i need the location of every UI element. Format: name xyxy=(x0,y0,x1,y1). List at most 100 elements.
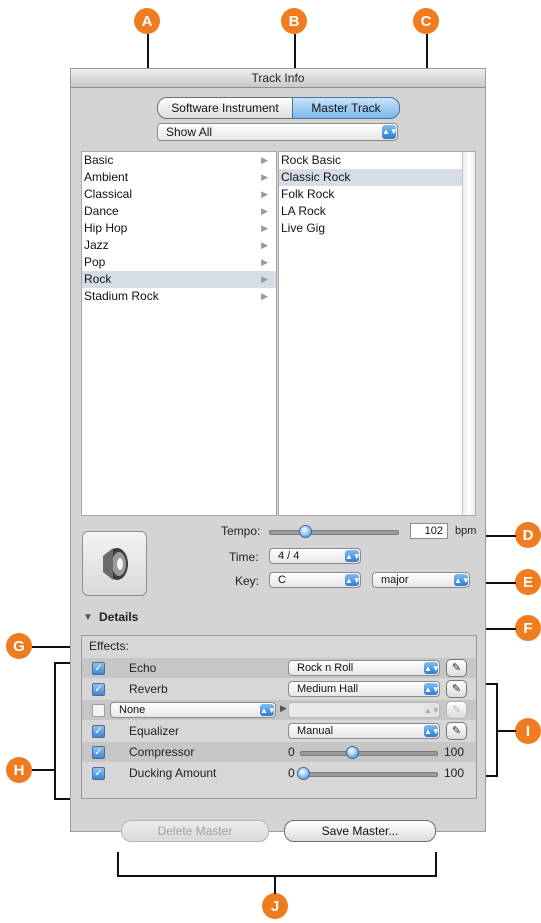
genre-item[interactable]: Hip Hop ▶ xyxy=(82,220,276,237)
time-label: Time: xyxy=(229,550,259,564)
tempo-slider-track[interactable] xyxy=(269,530,399,535)
genre-item[interactable]: Rock ▶ xyxy=(82,271,276,288)
preset-item[interactable]: Rock Basic xyxy=(279,152,475,169)
submenu-arrow-icon: ▶ xyxy=(261,172,268,182)
show-filter-value: Show All xyxy=(166,125,213,139)
submenu-arrow-icon: ▶ xyxy=(261,291,268,301)
preset-item[interactable]: LA Rock xyxy=(279,203,475,220)
genre-item-label: Hip Hop xyxy=(84,221,128,235)
genre-item-label: Classical xyxy=(84,187,133,201)
reverb-preset-popup[interactable]: Medium Hall ▲▼ xyxy=(288,681,440,697)
echo-checkbox[interactable]: ✓ xyxy=(92,662,105,675)
key-note-value: C xyxy=(278,574,286,586)
submenu-arrow-icon: ▶ xyxy=(261,155,268,165)
equalizer-checkbox[interactable]: ✓ xyxy=(92,725,105,738)
tempo-field[interactable]: 102 xyxy=(410,523,448,539)
genre-item-label: Jazz xyxy=(84,238,109,252)
time-signature-popup[interactable]: 4 / 4 ▲▼ xyxy=(269,548,361,564)
genre-list[interactable]: Basic ▶ Ambient ▶ Classical ▶ Dance ▶ Hip Hop ▶ Ja… xyxy=(81,151,277,516)
genre-item[interactable]: Ambient ▶ xyxy=(82,169,276,186)
ducking-min-label: 0 xyxy=(288,766,295,780)
reverb-edit-pencil-icon[interactable]: ✎ xyxy=(446,680,467,698)
details-label[interactable]: Details xyxy=(99,610,138,624)
reverb-checkbox[interactable]: ✓ xyxy=(92,683,105,696)
tempo-slider-knob[interactable] xyxy=(298,525,312,538)
genre-item-label: Basic xyxy=(84,153,114,167)
effect-row-reverb: ✓ Reverb Medium Hall ▲▼ ✎ xyxy=(82,679,476,699)
callout-d: D xyxy=(515,522,541,548)
callout-h: H xyxy=(6,757,32,783)
popup-arrows-icon: ▲▼ xyxy=(424,683,440,695)
echo-preset-popup[interactable]: Rock n Roll ▲▼ xyxy=(288,660,440,676)
echo-edit-pencil-icon[interactable]: ✎ xyxy=(446,659,467,677)
submenu-arrow-icon: ▶ xyxy=(261,189,268,199)
key-mode-popup[interactable]: major ▲▼ xyxy=(372,572,470,588)
compressor-slider-track[interactable] xyxy=(300,751,438,756)
equalizer-preset-value: Manual xyxy=(297,725,334,737)
callout-j-bracket xyxy=(117,875,437,877)
genre-item[interactable]: Dance ▶ xyxy=(82,203,276,220)
preset-list-scrollbar[interactable] xyxy=(462,152,475,515)
popup-arrows-icon: ▲▼ xyxy=(345,574,361,586)
track-info-panel: Track Info Software Instrument Master Tr… xyxy=(70,68,486,842)
master-track-button[interactable]: Master Track xyxy=(292,97,400,119)
software-instrument-button[interactable]: Software Instrument xyxy=(157,97,293,119)
compressor-min-label: 0 xyxy=(288,745,295,759)
preset-item-label: Rock Basic xyxy=(281,153,342,167)
preset-list[interactable]: Rock Basic Classic Rock Folk Rock LA Rock Li… xyxy=(278,151,476,516)
echo-preset-value: Rock n Roll xyxy=(297,662,354,674)
genre-item[interactable]: Classical ▶ xyxy=(82,186,276,203)
equalizer-preset-popup[interactable]: Manual ▲▼ xyxy=(288,723,440,739)
ducking-checkbox[interactable]: ✓ xyxy=(92,767,105,780)
compressor-checkbox[interactable]: ✓ xyxy=(92,746,105,759)
genre-item[interactable]: Basic ▶ xyxy=(82,152,276,169)
reverb-preset-value: Medium Hall xyxy=(297,683,359,695)
equalizer-label: Equalizer xyxy=(129,724,180,738)
save-master-button[interactable]: Save Master... xyxy=(284,820,436,842)
key-mode-value: major xyxy=(381,574,409,586)
compressor-max-label: 100 xyxy=(444,745,465,759)
callout-f: F xyxy=(515,615,541,641)
effect-row-extra: ✓ None ▲▼ ▶ ▲▼ ✎ xyxy=(82,700,476,720)
popup-arrows-icon: ▲▼ xyxy=(345,550,361,562)
callout-i-bracket xyxy=(496,683,498,777)
genre-item[interactable]: Jazz ▶ xyxy=(82,237,276,254)
ducking-slider-track[interactable] xyxy=(300,772,438,777)
preset-item[interactable]: Classic Rock xyxy=(279,169,475,186)
popup-arrows-icon: ▲▼ xyxy=(454,574,470,586)
delete-master-button[interactable]: Delete Master xyxy=(121,820,269,842)
preset-item-label: Classic Rock xyxy=(281,170,351,184)
extra-effect-checkbox[interactable]: ✓ xyxy=(92,704,105,717)
submenu-arrow-icon: ▶ xyxy=(261,206,268,216)
genre-item[interactable]: Pop ▶ xyxy=(82,254,276,271)
extra-effect-type-popup[interactable]: None ▲▼ xyxy=(110,702,276,718)
play-triangle-icon: ▶ xyxy=(280,703,287,713)
ducking-slider-knob[interactable] xyxy=(296,767,310,780)
echo-label: Echo xyxy=(129,661,157,675)
equalizer-edit-pencil-icon[interactable]: ✎ xyxy=(446,722,467,740)
genre-item[interactable]: Stadium Rock ▶ xyxy=(82,288,276,305)
details-disclosure-triangle-icon[interactable]: ▼ xyxy=(83,612,93,623)
ducking-label: Ducking Amount xyxy=(129,766,217,780)
show-filter-popup[interactable]: Show All ▲▼ xyxy=(157,123,398,141)
preset-item-label: LA Rock xyxy=(281,204,326,218)
window-title: Track Info xyxy=(71,69,485,88)
extra-effect-preset-popup: ▲▼ xyxy=(288,702,440,718)
compressor-label: Compressor xyxy=(129,745,195,759)
genre-item-label: Ambient xyxy=(84,170,129,184)
preset-item[interactable]: Live Gig xyxy=(279,220,475,237)
callout-i-line xyxy=(496,730,516,732)
key-note-popup[interactable]: C ▲▼ xyxy=(269,572,361,588)
effect-row-echo: ✓ Echo Rock n Roll ▲▼ ✎ xyxy=(82,658,476,678)
tempo-unit: bpm xyxy=(455,525,477,537)
callout-h-line xyxy=(32,769,54,771)
submenu-arrow-icon: ▶ xyxy=(261,240,268,250)
extra-effect-type-value: None xyxy=(119,704,146,716)
genre-item-label: Stadium Rock xyxy=(84,289,159,303)
compressor-slider-knob[interactable] xyxy=(345,746,359,759)
reverb-label: Reverb xyxy=(129,682,168,696)
callout-j-bracket-left xyxy=(117,852,119,877)
callout-a: A xyxy=(134,8,160,34)
preset-item[interactable]: Folk Rock xyxy=(279,186,475,203)
effect-row-ducking: ✓ Ducking Amount 0 100 xyxy=(82,763,476,783)
